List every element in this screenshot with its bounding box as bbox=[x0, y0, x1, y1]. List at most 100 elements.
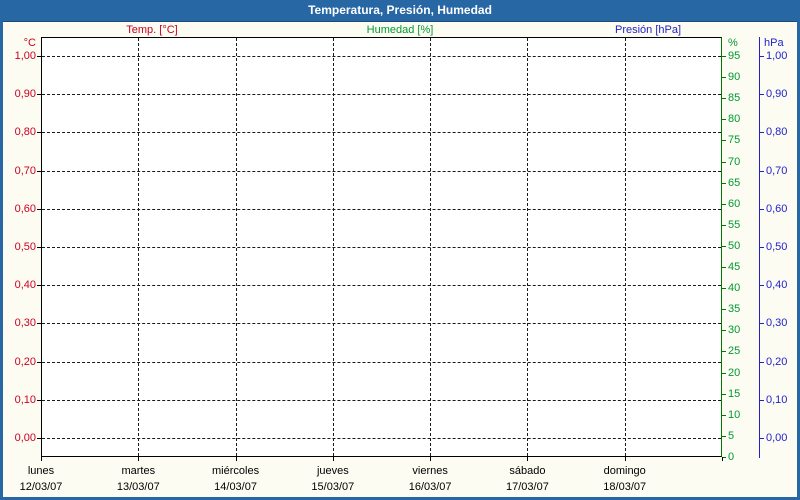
humidity-tick bbox=[722, 393, 726, 395]
day-tick bbox=[527, 457, 529, 461]
humidity-tick-label: 15 bbox=[728, 387, 741, 400]
pressure-tick bbox=[760, 323, 764, 325]
temperature-tick bbox=[37, 208, 41, 210]
v-gridline bbox=[332, 38, 334, 456]
humidity-tick-label: 5 bbox=[728, 429, 735, 442]
h-gridline bbox=[42, 94, 721, 96]
date-label: 13/03/07 bbox=[116, 481, 160, 493]
humidity-tick-label: 70 bbox=[728, 155, 741, 168]
pressure-tick bbox=[760, 247, 764, 248]
pressure-tick bbox=[760, 132, 764, 134]
pressure-tick bbox=[760, 208, 764, 210]
temperature-tick bbox=[37, 170, 41, 172]
pressure-tick-label: 0,20 bbox=[766, 355, 788, 368]
humidity-tick-label: 65 bbox=[728, 176, 741, 189]
day-tick bbox=[235, 457, 237, 461]
humidity-tick-label: 45 bbox=[728, 261, 741, 274]
pressure-tick-label: 0,00 bbox=[766, 432, 788, 444]
chart-window: Temperatura, Presión, Humedad Temp. [°C]… bbox=[0, 0, 800, 500]
weekday-label: viernes bbox=[412, 465, 448, 477]
pressure-tick-label: 0,30 bbox=[766, 317, 788, 330]
h-gridline bbox=[42, 56, 721, 57]
temperature-tick-label: 0,80 bbox=[14, 126, 36, 139]
pressure-tick-label: 0,90 bbox=[766, 88, 788, 101]
weekday-label: sábado bbox=[509, 465, 546, 477]
pressure-tick bbox=[760, 438, 764, 439]
date-label: 14/03/07 bbox=[214, 481, 257, 493]
pressure-tick bbox=[760, 399, 764, 401]
date-label: 12/03/07 bbox=[19, 481, 63, 493]
temperature-tick bbox=[37, 361, 41, 363]
humidity-tick bbox=[722, 161, 726, 163]
h-gridline bbox=[42, 170, 721, 172]
humidity-tick bbox=[722, 203, 726, 205]
humidity-tick-label: 75 bbox=[728, 134, 741, 147]
pressure-tick-label: 0,50 bbox=[766, 241, 788, 253]
temperature-tick-label: 0,40 bbox=[14, 279, 36, 292]
humidity-tick-label: 30 bbox=[728, 324, 741, 337]
pressure-tick-label: 0,80 bbox=[766, 126, 788, 139]
temperature-tick-label: 0,10 bbox=[14, 393, 36, 406]
humidity-tick-label: 20 bbox=[728, 366, 741, 379]
temperature-tick-label: 0,90 bbox=[14, 88, 36, 101]
humidity-tick bbox=[722, 77, 726, 79]
h-gridline bbox=[42, 361, 721, 363]
temperature-tick bbox=[37, 285, 41, 287]
humidity-tick-label: 95 bbox=[728, 50, 741, 62]
pressure-tick-label: 0,70 bbox=[766, 164, 788, 177]
temperature-tick bbox=[37, 132, 41, 134]
temperature-tick-label: 0,60 bbox=[14, 202, 36, 215]
legend-temperature: Temp. [°C] bbox=[126, 24, 178, 36]
pressure-tick bbox=[760, 285, 764, 287]
temperature-tick-label: 0,50 bbox=[14, 241, 36, 253]
humidity-tick-label: 55 bbox=[728, 218, 741, 231]
humidity-tick-label: 35 bbox=[728, 303, 741, 316]
temperature-tick bbox=[37, 94, 41, 96]
humidity-tick-label: 25 bbox=[728, 345, 741, 358]
h-gridline bbox=[42, 399, 721, 401]
pressure-tick-label: 0,60 bbox=[766, 202, 788, 215]
pressure-tick-label: 0,10 bbox=[766, 393, 788, 406]
humidity-tick bbox=[722, 224, 726, 226]
temperature-tick-label: 1,00 bbox=[14, 50, 36, 62]
temperature-tick bbox=[37, 56, 41, 57]
humidity-tick bbox=[722, 245, 726, 247]
humidity-tick-label: 80 bbox=[728, 113, 741, 126]
humidity-tick-label: 10 bbox=[728, 408, 741, 421]
weekday-label: lunes bbox=[27, 465, 55, 477]
legend-humidity: Humedad [%] bbox=[366, 24, 434, 36]
humidity-axis-unit: % bbox=[728, 37, 738, 49]
h-gridline bbox=[42, 132, 721, 134]
temperature-tick-label: 0,00 bbox=[14, 432, 36, 444]
day-tick bbox=[624, 457, 626, 461]
date-label: 16/03/07 bbox=[408, 481, 452, 493]
title-bar: Temperatura, Presión, Humedad bbox=[3, 0, 797, 22]
h-gridline bbox=[42, 438, 721, 439]
humidity-tick-label: 0 bbox=[728, 451, 735, 463]
humidity-tick-label: 90 bbox=[728, 71, 741, 84]
humidity-tick bbox=[722, 330, 726, 332]
v-gridline bbox=[138, 38, 140, 456]
weekday-label: jueves bbox=[316, 465, 349, 477]
pressure-tick bbox=[760, 170, 764, 172]
temperature-tick-label: 0,70 bbox=[14, 164, 36, 177]
humidity-tick bbox=[722, 288, 726, 290]
day-tick bbox=[430, 457, 432, 461]
temperature-tick bbox=[37, 438, 41, 439]
pressure-tick-label: 1,00 bbox=[766, 50, 788, 62]
h-gridline bbox=[42, 323, 721, 325]
day-tick bbox=[41, 457, 42, 461]
humidity-tick bbox=[722, 372, 726, 374]
date-label: 18/03/07 bbox=[603, 481, 647, 493]
temperature-tick bbox=[37, 247, 41, 248]
legend-pressure: Presión [hPa] bbox=[614, 24, 682, 36]
pressure-axis-unit: hPa bbox=[764, 37, 784, 49]
v-gridline bbox=[430, 38, 432, 456]
humidity-tick bbox=[722, 119, 726, 121]
pressure-tick-label: 0,40 bbox=[766, 279, 788, 292]
humidity-tick-label: 60 bbox=[728, 197, 741, 210]
day-tick bbox=[138, 457, 140, 461]
day-tick bbox=[332, 457, 334, 461]
h-gridline bbox=[42, 285, 721, 287]
humidity-tick bbox=[722, 182, 726, 184]
